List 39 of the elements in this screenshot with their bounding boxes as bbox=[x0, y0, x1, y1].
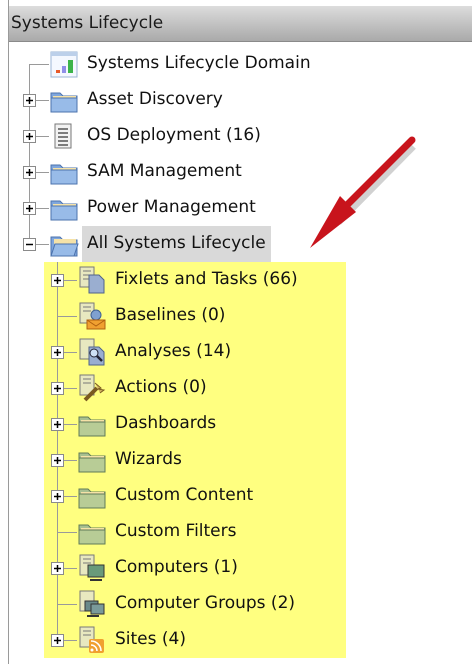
tree-item[interactable]: Custom Filters bbox=[110, 514, 242, 550]
expand-button[interactable] bbox=[51, 634, 64, 647]
expand-button[interactable] bbox=[51, 274, 64, 287]
expand-button[interactable] bbox=[23, 166, 36, 179]
expand-button[interactable] bbox=[23, 130, 36, 143]
magnifier-icon bbox=[77, 337, 107, 367]
expand-button[interactable] bbox=[51, 346, 64, 359]
computer-icon bbox=[77, 553, 107, 583]
collapse-button[interactable] bbox=[23, 238, 36, 251]
computers-icon bbox=[77, 589, 107, 619]
tree-item[interactable]: Fixlets and Tasks (66) bbox=[110, 262, 303, 298]
tree-item[interactable]: OS Deployment (16) bbox=[82, 118, 266, 154]
expand-button[interactable] bbox=[51, 418, 64, 431]
tree-item[interactable]: Computers (1) bbox=[110, 550, 243, 586]
panel-title: Systems Lifecycle bbox=[11, 12, 164, 35]
tree-item[interactable]: Asset Discovery bbox=[82, 82, 228, 118]
tree-item[interactable]: All Systems Lifecycle bbox=[82, 226, 271, 262]
tree-item[interactable]: Baselines (0) bbox=[110, 298, 230, 334]
tree-item[interactable]: Actions (0) bbox=[110, 370, 212, 406]
expand-button[interactable] bbox=[51, 454, 64, 467]
envelope-icon bbox=[77, 301, 107, 331]
tree-item[interactable]: Sites (4) bbox=[110, 622, 191, 658]
wrench-icon bbox=[77, 373, 107, 403]
tree-item[interactable]: Systems Lifecycle Domain bbox=[82, 46, 316, 82]
expand-button[interactable] bbox=[51, 490, 64, 503]
tree-item[interactable]: SAM Management bbox=[82, 154, 247, 190]
tree-item[interactable]: Custom Content bbox=[110, 478, 258, 514]
feed-icon bbox=[77, 625, 107, 655]
tree-item[interactable]: Analyses (14) bbox=[110, 334, 236, 370]
expand-button[interactable] bbox=[23, 202, 36, 215]
expand-button[interactable] bbox=[51, 382, 64, 395]
tree-item[interactable]: Wizards bbox=[110, 442, 187, 478]
tree-item[interactable]: Power Management bbox=[82, 190, 261, 226]
chart-icon bbox=[49, 49, 79, 79]
document-icon bbox=[77, 265, 107, 295]
tree-item[interactable]: Dashboards bbox=[110, 406, 222, 442]
expand-button[interactable] bbox=[23, 94, 36, 107]
tree-item[interactable]: Computer Groups (2) bbox=[110, 586, 300, 622]
expand-button[interactable] bbox=[51, 562, 64, 575]
